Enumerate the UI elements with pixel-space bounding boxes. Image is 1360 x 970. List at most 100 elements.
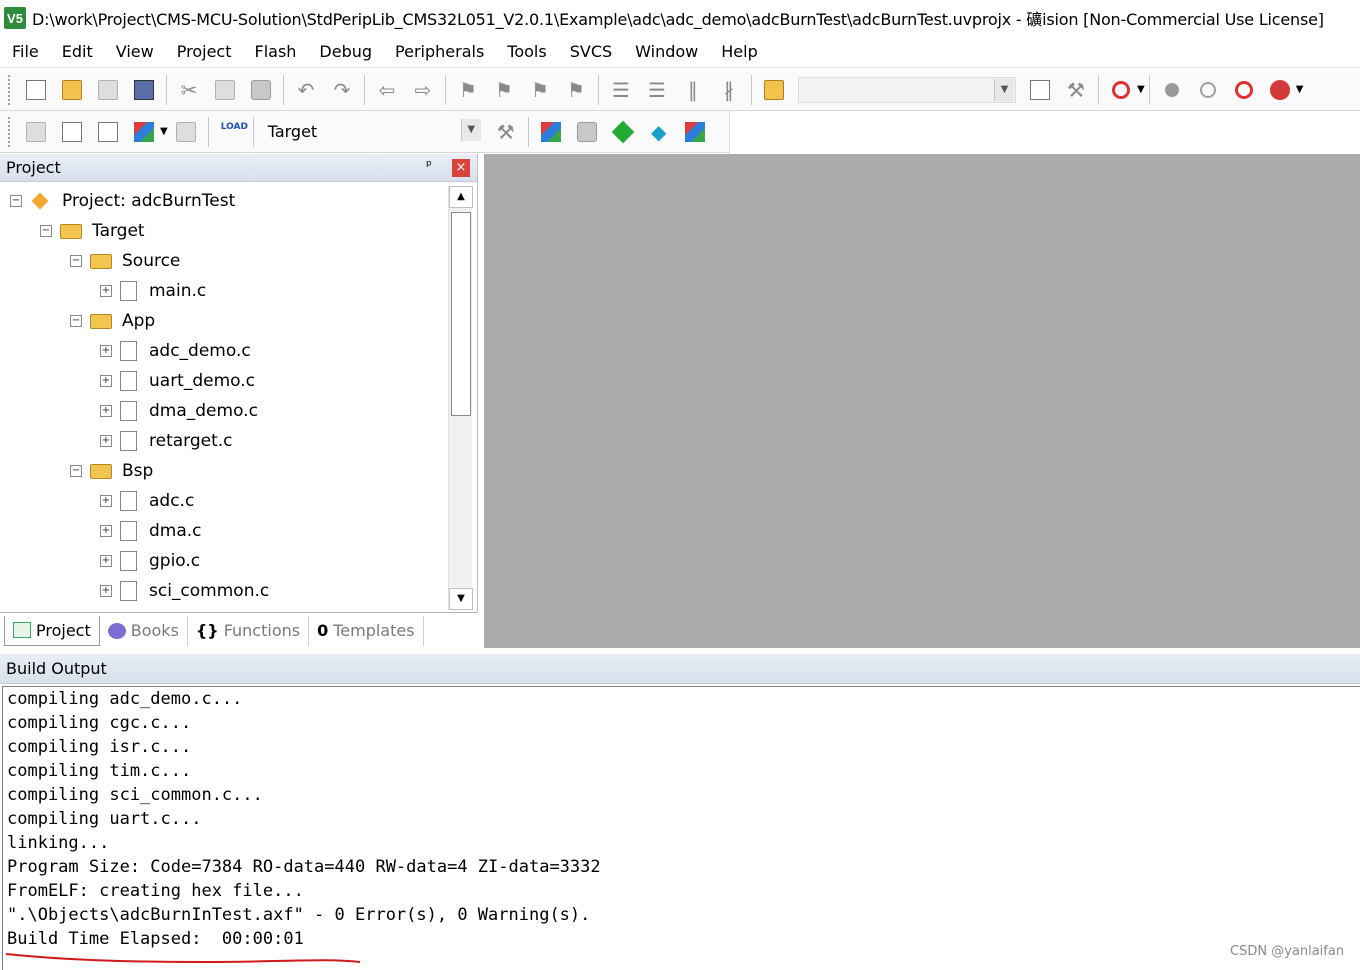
menu-view[interactable]: View (104, 36, 165, 68)
collapse-icon[interactable]: − (10, 195, 22, 207)
build-output-pane[interactable]: compiling adc_demo.c... compiling cgc.c.… (2, 686, 1360, 970)
menu-edit[interactable]: Edit (50, 36, 104, 68)
translate-button[interactable] (21, 117, 51, 147)
chevron-down-icon[interactable]: ▼ (160, 126, 168, 137)
expand-icon[interactable]: + (100, 585, 112, 597)
tree-file[interactable]: + adc.c (100, 486, 194, 516)
expand-icon[interactable]: + (100, 405, 112, 417)
indent-button[interactable]: ☰ (606, 75, 636, 105)
tree-scrollbar[interactable]: ▲ ▼ (448, 186, 473, 610)
toolbar-separator (598, 74, 599, 105)
toolbar-grip[interactable] (8, 74, 12, 105)
nav-back-button[interactable]: ⇦ (372, 75, 402, 105)
build-button[interactable] (57, 117, 87, 147)
collapse-icon[interactable]: − (70, 465, 82, 477)
menu-peripherals[interactable]: Peripherals (383, 36, 495, 68)
cut-button[interactable]: ✂ (174, 75, 204, 105)
toolbar-grip[interactable] (8, 116, 12, 147)
environment-button[interactable] (680, 117, 710, 147)
tree-node-target[interactable]: − Target (40, 216, 145, 246)
menu-flash[interactable]: Flash (242, 36, 307, 68)
menu-window[interactable]: Window (623, 36, 709, 68)
tree-file[interactable]: + sci_common.c (100, 576, 269, 606)
breakpoint-button[interactable] (1157, 75, 1187, 105)
pin-icon[interactable]: ᵖ (426, 158, 432, 174)
expand-icon[interactable]: + (100, 375, 112, 387)
tree-file[interactable]: + uart_demo.c (100, 366, 255, 396)
redo-button[interactable]: ↷ (327, 75, 357, 105)
tree-file[interactable]: + dma_demo.c (100, 396, 258, 426)
kill-breakpoints-button[interactable] (1229, 75, 1259, 105)
debug-session-button[interactable] (1106, 75, 1136, 105)
tab-functions[interactable]: {} Functions (188, 615, 310, 646)
find-in-files-button[interactable] (759, 75, 789, 105)
clear-bookmarks-button[interactable]: ⚑ (561, 75, 591, 105)
incremental-find-button[interactable]: ⚒ (1061, 75, 1091, 105)
tree-group-source[interactable]: − Source (70, 246, 180, 276)
menu-file[interactable]: File (0, 36, 50, 68)
tree-node-project[interactable]: − Project: adcBurnTest (10, 186, 235, 216)
chevron-down-icon[interactable]: ▼ (994, 78, 1014, 101)
uncomment-button[interactable]: ∦ (714, 75, 744, 105)
batch-build-button[interactable] (129, 117, 159, 147)
open-button[interactable] (57, 75, 87, 105)
tab-project[interactable]: Project (4, 615, 100, 646)
prev-bookmark-button[interactable]: ⚑ (489, 75, 519, 105)
nav-forward-button[interactable]: ⇨ (408, 75, 438, 105)
tree-file[interactable]: + gpio.c (100, 546, 200, 576)
target-select[interactable]: Target ▼ (264, 118, 482, 146)
save-all-button[interactable] (129, 75, 159, 105)
scroll-up-arrow-icon[interactable]: ▲ (449, 186, 473, 208)
tab-books[interactable]: Books (100, 615, 188, 646)
tree-group-bsp[interactable]: − Bsp (70, 456, 153, 486)
expand-icon[interactable]: + (100, 285, 112, 297)
pack-installer-button[interactable] (608, 117, 638, 147)
editor-area[interactable] (484, 154, 1360, 648)
tab-templates[interactable]: 0 Templates (309, 615, 424, 646)
menu-project[interactable]: Project (165, 36, 243, 68)
download-button[interactable]: LOAD (216, 117, 248, 147)
menu-tools[interactable]: Tools (495, 36, 557, 68)
manage-components-button[interactable] (536, 117, 566, 147)
manage-rte-button[interactable]: ◆ (644, 117, 674, 147)
bookmark-button[interactable]: ⚑ (453, 75, 483, 105)
collapse-icon[interactable]: − (70, 255, 82, 267)
configure-button[interactable] (1265, 75, 1295, 105)
options-button[interactable]: ⚒ (491, 117, 521, 147)
select-packs-button[interactable] (572, 117, 602, 147)
menu-svcs[interactable]: SVCS (558, 36, 623, 68)
chevron-down-icon[interactable]: ▼ (1137, 84, 1145, 95)
stop-build-button[interactable] (171, 117, 201, 147)
collapse-icon[interactable]: − (40, 225, 52, 237)
expand-icon[interactable]: + (100, 345, 112, 357)
tree-file[interactable]: + dma.c (100, 516, 202, 546)
menu-help[interactable]: Help (709, 36, 768, 68)
tree-file[interactable]: + main.c (100, 276, 206, 306)
collapse-icon[interactable]: − (70, 315, 82, 327)
chevron-down-icon[interactable]: ▼ (1296, 84, 1304, 95)
find-button[interactable] (1025, 75, 1055, 105)
undo-button[interactable]: ↶ (291, 75, 321, 105)
menu-debug[interactable]: Debug (307, 36, 383, 68)
copy-button[interactable] (210, 75, 240, 105)
expand-icon[interactable]: + (100, 435, 112, 447)
unindent-button[interactable]: ☰ (642, 75, 672, 105)
expand-icon[interactable]: + (100, 555, 112, 567)
scroll-down-arrow-icon[interactable]: ▼ (449, 588, 473, 610)
save-button[interactable] (93, 75, 123, 105)
chevron-down-icon[interactable]: ▼ (460, 118, 481, 141)
new-file-button[interactable] (21, 75, 51, 105)
disable-breakpoint-button[interactable] (1193, 75, 1223, 105)
tree-group-app[interactable]: − App (70, 306, 155, 336)
find-combo[interactable]: ▼ (798, 76, 1016, 103)
scroll-thumb[interactable] (451, 212, 471, 416)
expand-icon[interactable]: + (100, 525, 112, 537)
close-icon[interactable]: × (452, 159, 470, 177)
expand-icon[interactable]: + (100, 495, 112, 507)
tree-file[interactable]: + adc_demo.c (100, 336, 251, 366)
tree-file[interactable]: + retarget.c (100, 426, 233, 456)
comment-button[interactable]: ∥ (678, 75, 708, 105)
next-bookmark-button[interactable]: ⚑ (525, 75, 555, 105)
rebuild-button[interactable] (93, 117, 123, 147)
paste-button[interactable] (246, 75, 276, 105)
